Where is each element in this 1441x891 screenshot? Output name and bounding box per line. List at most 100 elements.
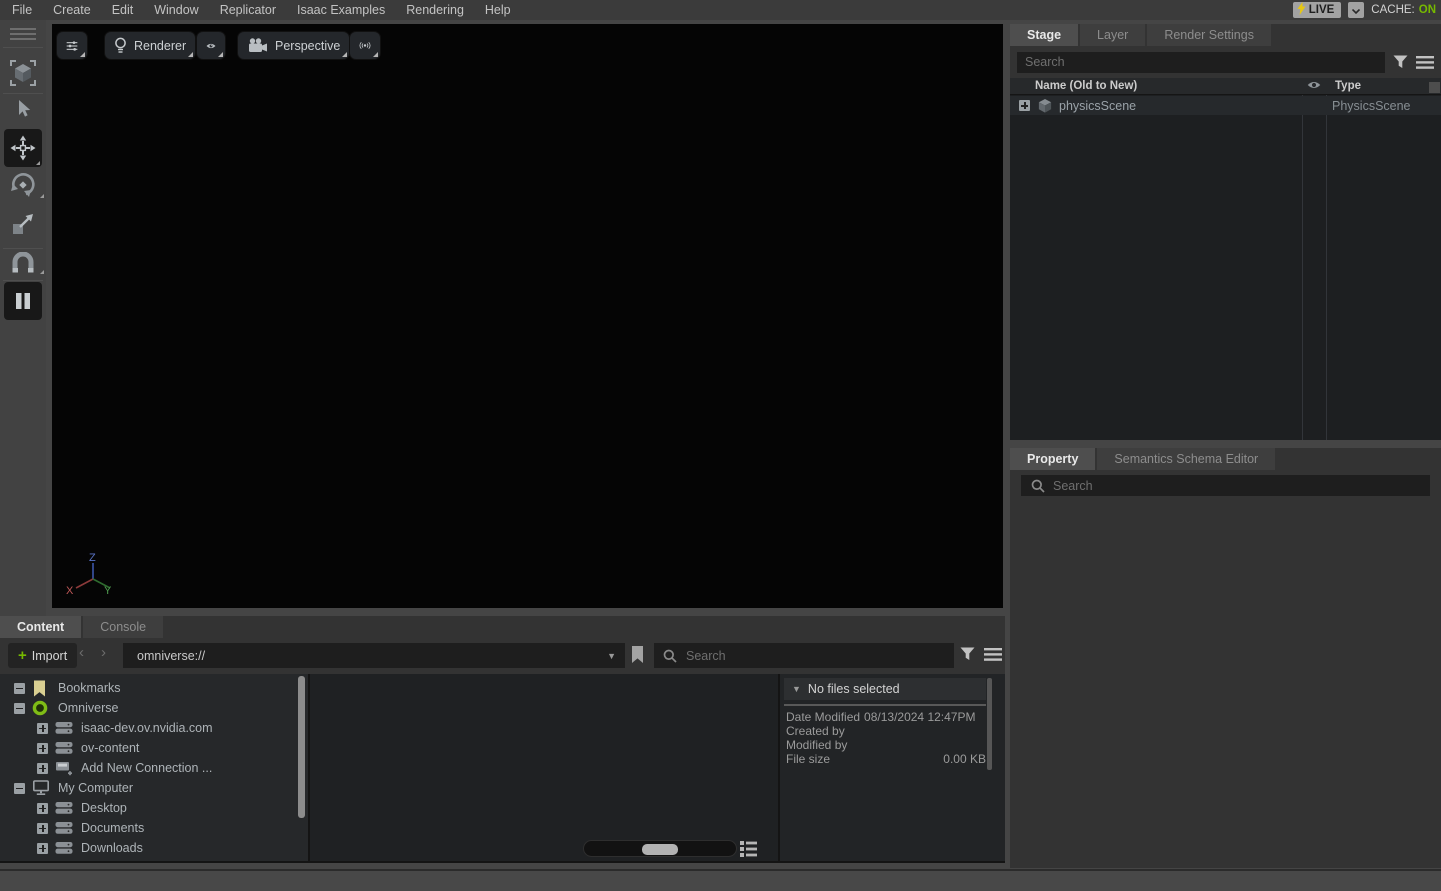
address-bar[interactable]: ▼ [123, 643, 625, 668]
add-connection-icon [55, 760, 74, 776]
tab-render-settings[interactable]: Render Settings [1147, 24, 1271, 46]
nav-forward-button[interactable]: › [101, 644, 106, 661]
tree-item-desktop[interactable]: Desktop [0, 798, 308, 818]
tree-item-add-new-connection[interactable]: Add New Connection ... [0, 758, 308, 778]
expand-icon[interactable] [37, 823, 48, 834]
filter-icon[interactable] [960, 647, 975, 666]
tree-item-isaac-dev-server[interactable]: isaac-dev.ov.nvidia.com [0, 718, 308, 738]
options-menu-icon[interactable] [1416, 56, 1434, 69]
magnet-icon [10, 252, 36, 276]
collapse-icon[interactable] [14, 783, 25, 794]
expand-icon[interactable] [37, 723, 48, 734]
rotate-icon [8, 170, 38, 200]
omniverse-icon [32, 700, 51, 716]
expand-icon[interactable] [37, 843, 48, 854]
viewport-3d[interactable]: Renderer Perspective [52, 24, 1003, 608]
cache-label: CACHE: [1371, 4, 1414, 16]
server-icon [55, 721, 74, 735]
tree-item-partial[interactable] [0, 858, 308, 861]
address-input[interactable] [123, 643, 625, 668]
renderer-button[interactable]: Renderer [104, 31, 196, 60]
toolbar-grip-handle[interactable] [0, 28, 46, 43]
date-modified-value: 08/13/2024 12:47PM [864, 710, 975, 724]
server-icon [55, 741, 74, 755]
collapse-icon[interactable] [14, 683, 25, 694]
visibility-button[interactable] [196, 31, 226, 60]
render-settings-button[interactable] [56, 31, 88, 60]
select-mode-icon[interactable] [0, 58, 46, 88]
stage-panel: Stage Layer Render Settings Name (Old to… [1010, 24, 1441, 440]
broadcast-button[interactable] [349, 31, 381, 60]
scrollbar-thumb[interactable] [298, 676, 305, 818]
modified-by-row: Modified by [786, 738, 986, 752]
pause-button[interactable] [4, 282, 42, 320]
tab-property[interactable]: Property [1010, 448, 1095, 470]
list-view-icon[interactable] [740, 841, 757, 862]
stage-search-input[interactable] [1017, 52, 1385, 73]
import-button[interactable]: + Import [8, 643, 77, 668]
file-grid-area[interactable] [310, 674, 778, 861]
tab-content[interactable]: Content [0, 616, 81, 638]
tree-item-label: Omniverse [58, 701, 118, 715]
thumbnail-size-slider[interactable] [583, 840, 737, 857]
scrollbar-thumb[interactable] [987, 678, 992, 770]
tab-console[interactable]: Console [83, 616, 163, 638]
tab-stage[interactable]: Stage [1010, 24, 1078, 46]
expand-icon[interactable] [37, 763, 48, 774]
tree-item-label: Desktop [81, 801, 127, 815]
camera-perspective-button[interactable]: Perspective [237, 31, 350, 60]
menu-create[interactable]: Create [53, 3, 91, 17]
pause-icon [13, 292, 33, 310]
tree-item-downloads[interactable]: Downloads [0, 838, 308, 858]
file-size-label: File size [786, 752, 830, 766]
move-tool-button[interactable] [4, 129, 42, 167]
select-tool-button[interactable] [0, 99, 46, 118]
cube-select-icon [8, 58, 38, 88]
collapse-icon[interactable] [14, 703, 25, 714]
options-menu-icon[interactable] [984, 648, 1002, 666]
details-header-label: No files selected [808, 682, 900, 696]
menu-isaac-examples[interactable]: Isaac Examples [297, 3, 385, 17]
snap-tool-button[interactable] [0, 252, 46, 276]
stage-row-physics-scene[interactable]: physicsScene PhysicsScene [1010, 96, 1441, 115]
search-icon [663, 649, 677, 663]
tree-item-my-computer[interactable]: My Computer [0, 778, 308, 798]
slider-handle[interactable] [642, 844, 678, 855]
filter-icon[interactable] [1393, 55, 1408, 69]
tree-item-bookmarks[interactable]: Bookmarks [0, 678, 308, 698]
menu-help[interactable]: Help [485, 3, 511, 17]
property-panel: Property Semantics Schema Editor [1010, 448, 1441, 868]
viewport-toolbar-left [0, 20, 46, 616]
menu-window[interactable]: Window [154, 3, 198, 17]
rotate-tool-button[interactable] [0, 170, 46, 200]
menu-edit[interactable]: Edit [112, 3, 134, 17]
tree-item-ov-content-server[interactable]: ov-content [0, 738, 308, 758]
menu-file[interactable]: File [12, 3, 32, 17]
address-dropdown-icon[interactable]: ▼ [607, 651, 616, 661]
menu-replicator[interactable]: Replicator [220, 3, 276, 17]
plus-icon: + [18, 648, 27, 663]
name-column-header[interactable]: Name (Old to New) [1035, 80, 1137, 92]
nav-back-button[interactable]: ‹ [79, 644, 84, 661]
live-dropdown-button[interactable] [1348, 2, 1364, 18]
scale-tool-button[interactable] [0, 212, 46, 236]
expand-icon[interactable] [37, 803, 48, 814]
scrollbar-nub[interactable] [1429, 82, 1440, 93]
menu-rendering[interactable]: Rendering [406, 3, 464, 17]
computer-icon [32, 780, 51, 796]
live-button[interactable]: LIVE [1293, 2, 1342, 18]
details-header[interactable]: ▼ No files selected [784, 678, 986, 700]
content-search-input[interactable] [654, 643, 954, 668]
bookmark-icon[interactable] [630, 645, 645, 669]
type-column-header[interactable]: Type [1335, 80, 1361, 92]
expand-icon[interactable] [1019, 100, 1030, 111]
tab-semantics-schema-editor[interactable]: Semantics Schema Editor [1097, 448, 1275, 470]
property-search-input[interactable] [1021, 475, 1430, 496]
move-icon [10, 135, 36, 161]
tree-item-omniverse[interactable]: Omniverse [0, 698, 308, 718]
tab-layer[interactable]: Layer [1080, 24, 1145, 46]
tree-item-documents[interactable]: Documents [0, 818, 308, 838]
expand-icon[interactable] [37, 743, 48, 754]
visibility-column-icon[interactable] [1307, 80, 1321, 93]
content-search[interactable] [654, 643, 954, 668]
